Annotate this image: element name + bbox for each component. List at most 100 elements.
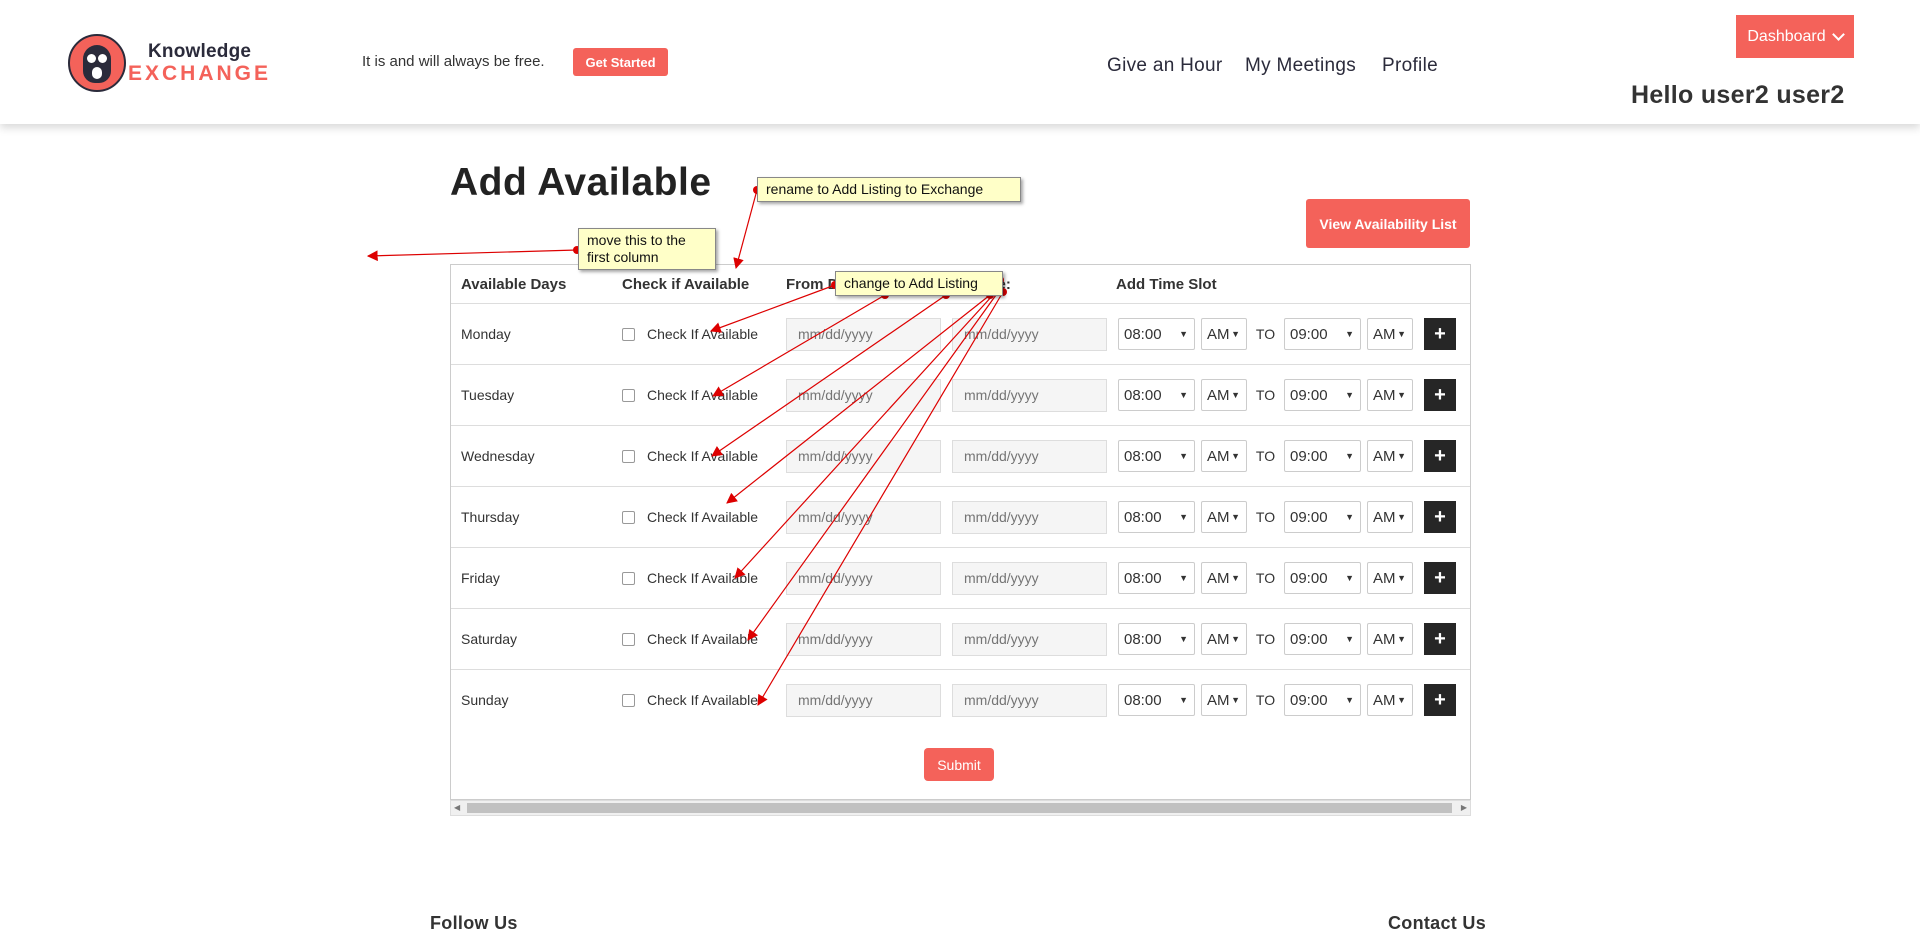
annotation-change: change to Add Listing: [835, 271, 1003, 296]
annotation-rename: rename to Add Listing to Exchange: [757, 177, 1021, 202]
end-ampm-select[interactable]: AM ▼: [1367, 440, 1413, 472]
add-time-slot-button[interactable]: +: [1424, 440, 1456, 472]
to-label: TO: [1255, 387, 1276, 403]
table-row: Friday Check If Available 08:00▼ AM▼ TO …: [451, 547, 1470, 609]
table-row: Sunday Check If Available 08:00▼ AM▼ TO …: [451, 669, 1470, 730]
to-date-input[interactable]: [952, 439, 1107, 473]
dashboard-label: Dashboard: [1747, 27, 1826, 45]
end-ampm-select[interactable]: AM ▼: [1367, 318, 1413, 350]
end-time-select[interactable]: 09:00 ▼: [1284, 623, 1361, 655]
availability-table: Available Days Check if Available From D…: [451, 265, 1470, 730]
start-time-select[interactable]: 08:00 ▼: [1118, 562, 1195, 594]
from-date-input[interactable]: [786, 500, 941, 534]
user-greeting: Hello user2 user2: [1631, 81, 1845, 109]
from-date-input[interactable]: [786, 561, 941, 595]
get-started-button[interactable]: Get Started: [573, 48, 668, 76]
check-available-checkbox[interactable]: [622, 510, 635, 524]
table-row: Thursday Check If Available 08:00▼ AM▼ T…: [451, 486, 1470, 548]
day-name: Thursday: [451, 486, 622, 548]
add-time-slot-button[interactable]: +: [1424, 623, 1456, 655]
day-name: Tuesday: [451, 364, 622, 426]
to-date-input[interactable]: [952, 378, 1107, 412]
nav-my-meetings[interactable]: My Meetings: [1245, 55, 1356, 77]
table-row: Saturday Check If Available 08:00▼ AM▼ T…: [451, 608, 1470, 670]
end-time-select[interactable]: 09:00 ▼: [1284, 318, 1361, 350]
to-label: TO: [1255, 326, 1276, 342]
check-available-checkbox[interactable]: [622, 327, 635, 341]
from-date-input[interactable]: [786, 317, 941, 351]
add-time-slot-button[interactable]: +: [1424, 379, 1456, 411]
end-ampm-select[interactable]: AM ▼: [1367, 623, 1413, 655]
logo-text-exchange: EXCHANGE: [128, 62, 272, 85]
view-availability-list-button[interactable]: View Availability List: [1306, 199, 1470, 248]
col-add-time-slot: Add Time Slot: [1116, 275, 1217, 293]
add-time-slot-button[interactable]: +: [1424, 501, 1456, 533]
footer-follow-us: Follow Us: [430, 913, 518, 933]
from-date-input[interactable]: [786, 378, 941, 412]
start-ampm-select[interactable]: AM ▼: [1201, 623, 1247, 655]
footer-contact-us: Contact Us: [1388, 913, 1487, 933]
check-available-label: Check If Available: [647, 570, 759, 586]
start-ampm-select[interactable]: AM ▼: [1201, 440, 1247, 472]
to-label: TO: [1255, 448, 1276, 464]
end-time-select[interactable]: 09:00 ▼: [1284, 684, 1361, 716]
start-time-select[interactable]: 08:00 ▼: [1118, 440, 1195, 472]
end-ampm-select[interactable]: AM ▼: [1367, 684, 1413, 716]
check-available-checkbox[interactable]: [622, 693, 635, 707]
tagline: It is and will always be free.: [362, 53, 545, 70]
check-available-label: Check If Available: [647, 631, 759, 647]
check-available-checkbox[interactable]: [622, 571, 635, 585]
col-check-if-available: Check if Available: [622, 275, 750, 293]
horizontal-scrollbar[interactable]: ◀ ▶: [450, 800, 1471, 816]
to-date-input[interactable]: [952, 500, 1107, 534]
knowledge-exchange-logo[interactable]: Knowledge EXCHANGE: [68, 34, 288, 92]
start-ampm-select[interactable]: AM ▼: [1201, 562, 1247, 594]
end-ampm-select[interactable]: AM ▼: [1367, 562, 1413, 594]
check-available-checkbox[interactable]: [622, 388, 635, 402]
add-time-slot-button[interactable]: +: [1424, 318, 1456, 350]
end-time-select[interactable]: 09:00 ▼: [1284, 440, 1361, 472]
add-time-slot-button[interactable]: +: [1424, 562, 1456, 594]
start-time-select[interactable]: 08:00 ▼: [1118, 684, 1195, 716]
end-ampm-select[interactable]: AM ▼: [1367, 379, 1413, 411]
owl-logo-icon: [68, 34, 126, 92]
add-time-slot-button[interactable]: +: [1424, 684, 1456, 716]
day-name: Saturday: [451, 608, 622, 670]
to-date-input[interactable]: [952, 561, 1107, 595]
start-time-select[interactable]: 08:00 ▼: [1118, 318, 1195, 350]
scroll-left-icon[interactable]: ◀: [454, 803, 460, 812]
from-date-input[interactable]: [786, 683, 941, 717]
start-ampm-select[interactable]: AM ▼: [1201, 318, 1247, 350]
to-date-input[interactable]: [952, 683, 1107, 717]
to-label: TO: [1255, 570, 1276, 586]
check-available-checkbox[interactable]: [622, 449, 635, 463]
to-label: TO: [1255, 692, 1276, 708]
from-date-input[interactable]: [786, 439, 941, 473]
end-time-select[interactable]: 09:00 ▼: [1284, 501, 1361, 533]
check-available-checkbox[interactable]: [622, 632, 635, 646]
end-ampm-select[interactable]: AM ▼: [1367, 501, 1413, 533]
end-time-select[interactable]: 09:00 ▼: [1284, 562, 1361, 594]
to-date-input[interactable]: [952, 622, 1107, 656]
chevron-down-icon: [1831, 28, 1845, 41]
scroll-right-icon[interactable]: ▶: [1461, 803, 1467, 812]
end-time-select[interactable]: 09:00 ▼: [1284, 379, 1361, 411]
dashboard-dropdown-button[interactable]: Dashboard: [1736, 15, 1854, 58]
nav-give-an-hour[interactable]: Give an Hour: [1107, 55, 1223, 77]
start-ampm-select[interactable]: AM ▼: [1201, 684, 1247, 716]
start-ampm-select[interactable]: AM ▼: [1201, 379, 1247, 411]
start-time-select[interactable]: 08:00 ▼: [1118, 623, 1195, 655]
check-available-label: Check If Available: [647, 387, 759, 403]
nav-profile[interactable]: Profile: [1382, 55, 1438, 77]
from-date-input[interactable]: [786, 622, 941, 656]
to-date-input[interactable]: [952, 317, 1107, 351]
table-row: Tuesday Check If Available 08:00▼ AM▼ TO…: [451, 364, 1470, 426]
start-ampm-select[interactable]: AM ▼: [1201, 501, 1247, 533]
check-available-label: Check If Available: [647, 509, 759, 525]
start-time-select[interactable]: 08:00 ▼: [1118, 379, 1195, 411]
scrollbar-thumb[interactable]: [467, 803, 1452, 813]
table-row: Monday Check If Available 08:00▼ AM▼ TO …: [451, 303, 1470, 365]
check-available-label: Check If Available: [647, 326, 759, 342]
start-time-select[interactable]: 08:00 ▼: [1118, 501, 1195, 533]
submit-button[interactable]: Submit: [924, 748, 994, 781]
